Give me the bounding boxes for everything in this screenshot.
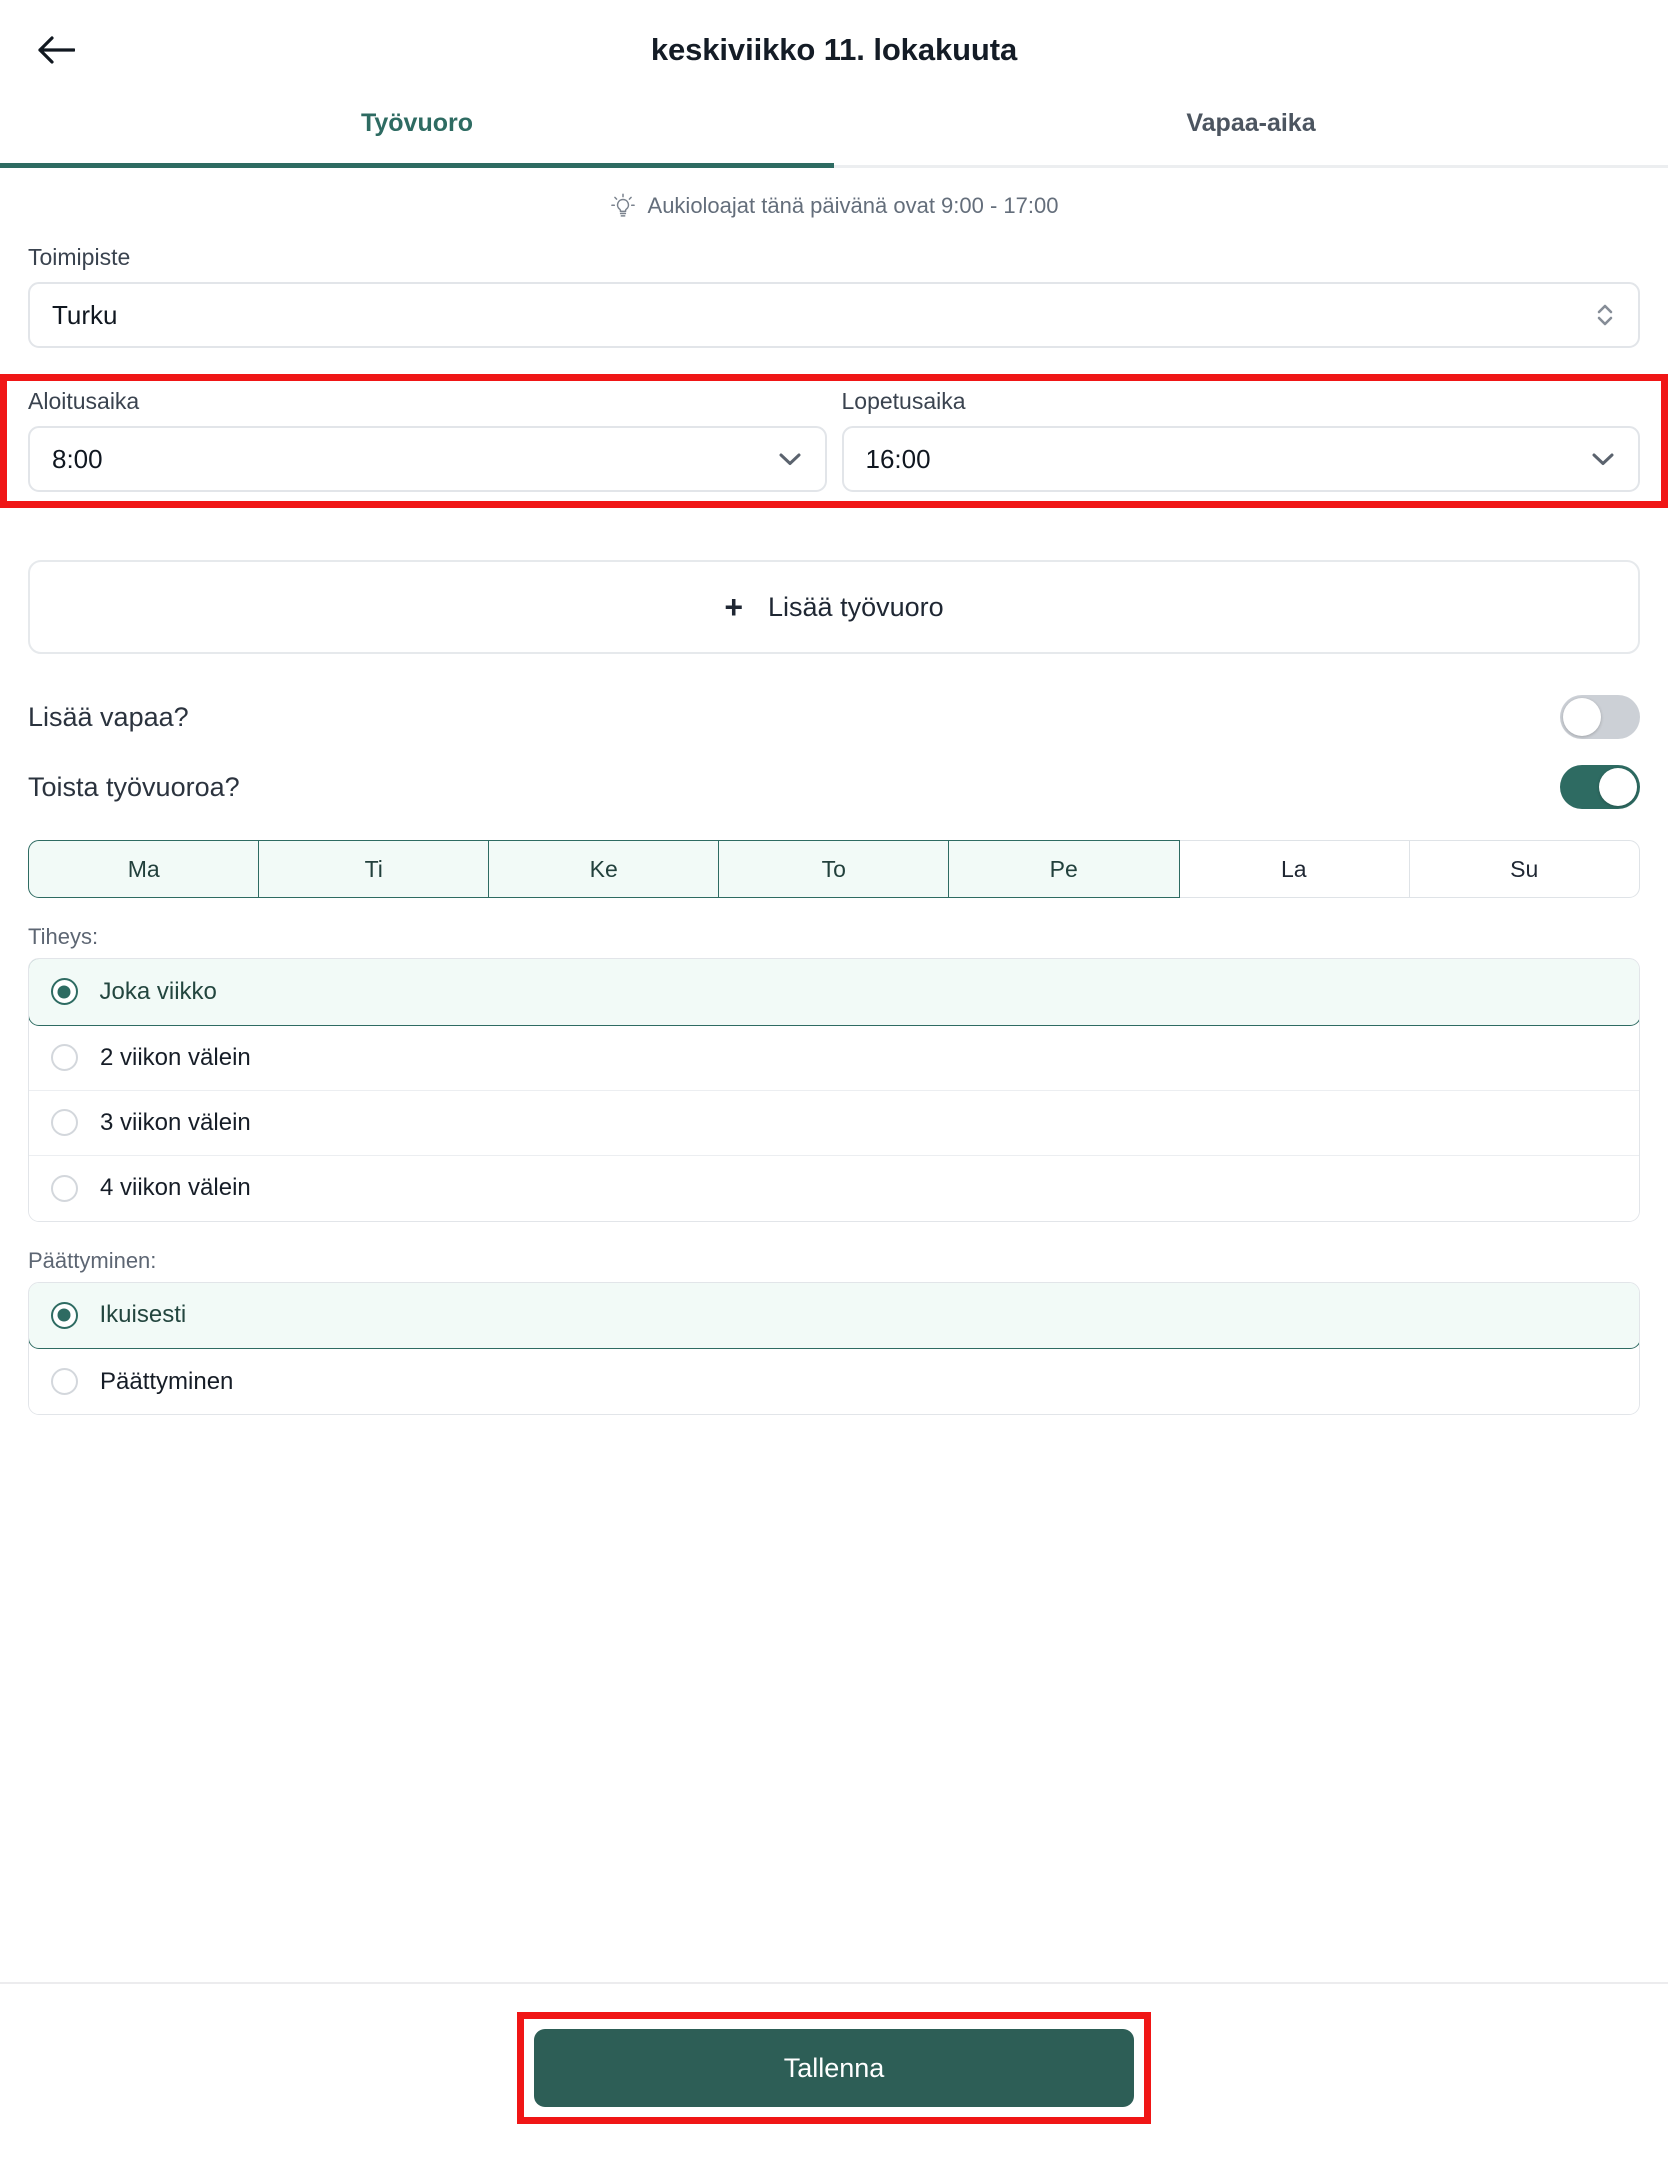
app-header: keskiviikko 11. lokakuuta	[0, 0, 1668, 100]
tab-vapaa-aika[interactable]: Vapaa-aika	[834, 100, 1668, 165]
repeat-shift-row: Toista työvuoroa?	[28, 752, 1640, 822]
radio-icon	[51, 1174, 78, 1202]
ending-option-paattyminen[interactable]: Päättyminen	[29, 1349, 1639, 1414]
radio-label: Päättyminen	[100, 1367, 234, 1395]
lightbulb-icon	[610, 192, 636, 220]
weekday-to[interactable]: To	[718, 840, 950, 898]
weekday-ma[interactable]: Ma	[28, 840, 260, 898]
radio-label: Ikuisesti	[99, 1301, 187, 1328]
weekday-selector: Ma Ti Ke To Pe La Su	[28, 840, 1640, 898]
ending-radio-group: Ikuisesti Päättyminen	[28, 1281, 1640, 1415]
add-leave-label: Lisää vapaa?	[28, 701, 189, 732]
plus-icon: +	[724, 589, 744, 625]
frequency-option-2-viikon-valein[interactable]: 2 viikon välein	[29, 1025, 1639, 1091]
page-title: keskiviikko 11. lokakuuta	[650, 32, 1018, 67]
add-leave-row: Lisää vapaa?	[28, 682, 1640, 752]
location-field: Toimipiste Turku	[28, 244, 1640, 348]
frequency-option-joka-viikko[interactable]: Joka viikko	[29, 958, 1639, 1026]
end-time-label: Lopetusaika	[841, 388, 966, 414]
shift-editor-screen: keskiviikko 11. lokakuuta Työvuoro Vapaa…	[0, 0, 1668, 2184]
repeat-shift-label: Toista työvuoroa?	[28, 771, 240, 802]
chevron-down-icon	[777, 450, 803, 468]
location-label: Toimipiste	[28, 244, 131, 270]
toggle-knob	[1563, 698, 1601, 736]
radio-icon	[51, 1044, 78, 1071]
form-body: Aukioloajat tänä päivänä ovat 9:00 - 17:…	[0, 168, 1668, 1982]
chevron-up-down-icon	[1594, 298, 1616, 332]
radio-icon	[51, 1109, 78, 1136]
radio-label: 3 viikon välein	[100, 1108, 251, 1136]
time-range-annotation: Aloitusaika 8:00 Lopetusaika 16:00	[0, 374, 1668, 508]
ending-label: Päättyminen:	[28, 1247, 157, 1273]
radio-icon	[50, 978, 78, 1005]
start-time-label: Aloitusaika	[28, 388, 140, 414]
end-time-field: Lopetusaika 16:00	[841, 388, 1640, 492]
arrow-left-icon	[38, 36, 75, 64]
tab-tyovuoro[interactable]: Työvuoro	[0, 100, 834, 165]
weekday-ti[interactable]: Ti	[258, 840, 490, 898]
ending-option-ikuisesti[interactable]: Ikuisesti	[29, 1282, 1639, 1349]
save-button-annotation: Tallenna	[517, 2012, 1151, 2124]
location-select[interactable]: Turku	[28, 282, 1640, 348]
start-time-value: 8:00	[52, 443, 103, 474]
frequency-label: Tiheys:	[28, 924, 99, 949]
end-time-value: 16:00	[865, 443, 931, 474]
radio-icon	[50, 1301, 78, 1329]
save-button[interactable]: Tallenna	[534, 2029, 1134, 2107]
end-time-select[interactable]: 16:00	[841, 426, 1640, 492]
weekday-ke[interactable]: Ke	[488, 840, 720, 898]
opening-hours-hint-text: Aukioloajat tänä päivänä ovat 9:00 - 17:…	[647, 193, 1059, 218]
frequency-option-3-viikon-valein[interactable]: 3 viikon välein	[29, 1090, 1639, 1156]
weekday-su[interactable]: Su	[1408, 840, 1640, 898]
tab-bar: Työvuoro Vapaa-aika	[0, 100, 1668, 168]
frequency-option-4-viikon-valein[interactable]: 4 viikon välein	[29, 1155, 1639, 1221]
time-range-row: Aloitusaika 8:00 Lopetusaika 16:00	[28, 388, 1640, 492]
add-leave-toggle[interactable]	[1560, 695, 1640, 739]
radio-label: 4 viikon välein	[100, 1174, 251, 1201]
start-time-field: Aloitusaika 8:00	[28, 388, 827, 492]
weekday-pe[interactable]: Pe	[948, 840, 1180, 898]
chevron-down-icon	[1590, 450, 1616, 468]
radio-label: Joka viikko	[99, 977, 217, 1005]
add-shift-button[interactable]: + Lisää työvuoro	[28, 560, 1640, 654]
repeat-shift-toggle[interactable]	[1560, 765, 1640, 809]
frequency-radio-group: Joka viikko 2 viikon välein 3 viikon väl…	[28, 958, 1640, 1222]
location-value: Turku	[52, 299, 118, 330]
toggle-knob	[1599, 768, 1637, 806]
opening-hours-hint: Aukioloajat tänä päivänä ovat 9:00 - 17:…	[28, 168, 1640, 244]
footer-bar: Tallenna	[0, 1982, 1668, 2184]
back-button[interactable]	[28, 22, 84, 78]
radio-label: 2 viikon välein	[100, 1043, 251, 1071]
start-time-select[interactable]: 8:00	[28, 426, 827, 492]
radio-icon	[51, 1368, 78, 1395]
add-shift-label: Lisää työvuoro	[768, 591, 944, 622]
weekday-la[interactable]: La	[1178, 840, 1409, 898]
